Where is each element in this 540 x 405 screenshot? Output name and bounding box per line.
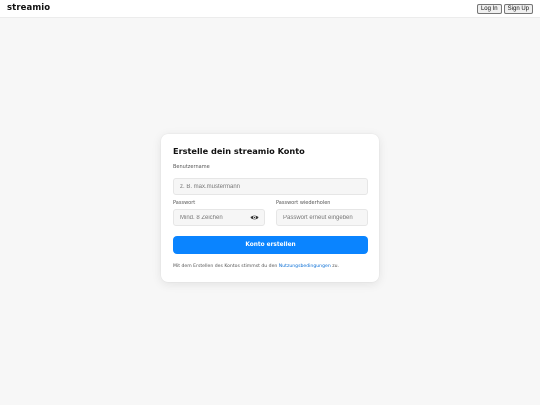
- auth-nav: Log In Sign Up: [476, 4, 533, 14]
- terms-link[interactable]: Nutzungsbedingungen: [279, 264, 331, 269]
- username-input[interactable]: [173, 178, 368, 195]
- password-label: Passwort: [173, 200, 196, 206]
- brand-logo[interactable]: streamio: [7, 3, 50, 13]
- create-account-button[interactable]: Konto erstellen: [173, 236, 368, 254]
- terms-prefix: Mit dem Erstellen des Kontos stimmst du …: [173, 264, 279, 269]
- terms-suffix: zu.: [330, 264, 339, 269]
- password-repeat-label: Passwort wiederholen: [276, 200, 331, 206]
- form-title: Erstelle dein streamio Konto: [173, 146, 305, 156]
- signup-card: Erstelle dein streamio Konto Benutzernam…: [161, 134, 379, 282]
- login-button[interactable]: Log In: [476, 4, 502, 14]
- username-label: Benutzername: [173, 164, 210, 170]
- top-bar: streamio Log In Sign Up: [0, 0, 540, 18]
- password-repeat-input[interactable]: [276, 209, 368, 226]
- terms-notice: Mit dem Erstellen des Kontos stimmst du …: [173, 264, 373, 269]
- eye-icon[interactable]: [250, 214, 259, 221]
- signup-button[interactable]: Sign Up: [503, 4, 533, 14]
